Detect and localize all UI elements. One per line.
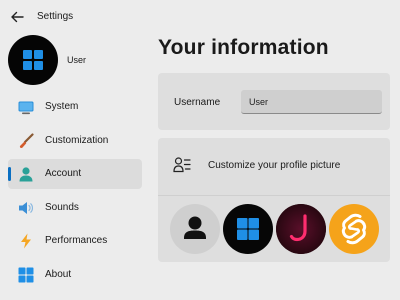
username-input[interactable]	[241, 90, 382, 114]
brush-icon	[18, 132, 34, 149]
windows-logo-icon	[18, 267, 34, 283]
sidebar-item-label: Performances	[45, 235, 108, 246]
username-card: Username	[158, 73, 390, 130]
app-title: Settings	[37, 11, 74, 22]
profile-picture-label: Customize your profile picture	[208, 160, 341, 171]
sidebar-item-label: System	[45, 101, 79, 112]
sidebar-nav: System Customization Account Sounds Perf…	[8, 92, 142, 293]
user-name: User	[67, 55, 87, 65]
sidebar-item-about[interactable]: About	[8, 260, 142, 290]
sidebar-item-account[interactable]: Account	[8, 159, 142, 189]
sidebar-item-sounds[interactable]: Sounds	[8, 193, 142, 223]
default-person-avatar[interactable]	[170, 204, 220, 254]
active-indicator	[8, 167, 11, 181]
sidebar-item-performances[interactable]: Performances	[8, 226, 142, 256]
profile-picture-card: Customize your profile picture	[158, 138, 390, 262]
sidebar-item-customization[interactable]: Customization	[8, 126, 142, 156]
title-bar: Settings	[0, 0, 150, 34]
sidebar-item-label: Account	[45, 168, 82, 179]
windows-logo-avatar[interactable]	[223, 204, 273, 254]
sidebar-item-label: Customization	[45, 134, 109, 146]
sidebar-item-system[interactable]: System	[8, 92, 142, 122]
person-icon	[18, 166, 34, 182]
sidebar-item-label: About	[45, 268, 72, 280]
lightning-icon	[18, 233, 34, 249]
divider	[158, 195, 390, 196]
svelte-logo-avatar[interactable]	[329, 204, 379, 254]
person-list-icon	[173, 156, 191, 174]
page-title: Your information	[158, 36, 329, 59]
back-arrow-icon[interactable]	[9, 9, 25, 25]
sidebar-item-label: Sounds	[45, 201, 79, 213]
jetbrains-logo-avatar[interactable]	[276, 204, 326, 254]
username-label: Username	[174, 97, 221, 108]
monitor-icon	[18, 99, 34, 115]
windows-logo-icon	[23, 50, 43, 70]
user-avatar	[8, 35, 58, 85]
speaker-icon	[18, 200, 34, 216]
